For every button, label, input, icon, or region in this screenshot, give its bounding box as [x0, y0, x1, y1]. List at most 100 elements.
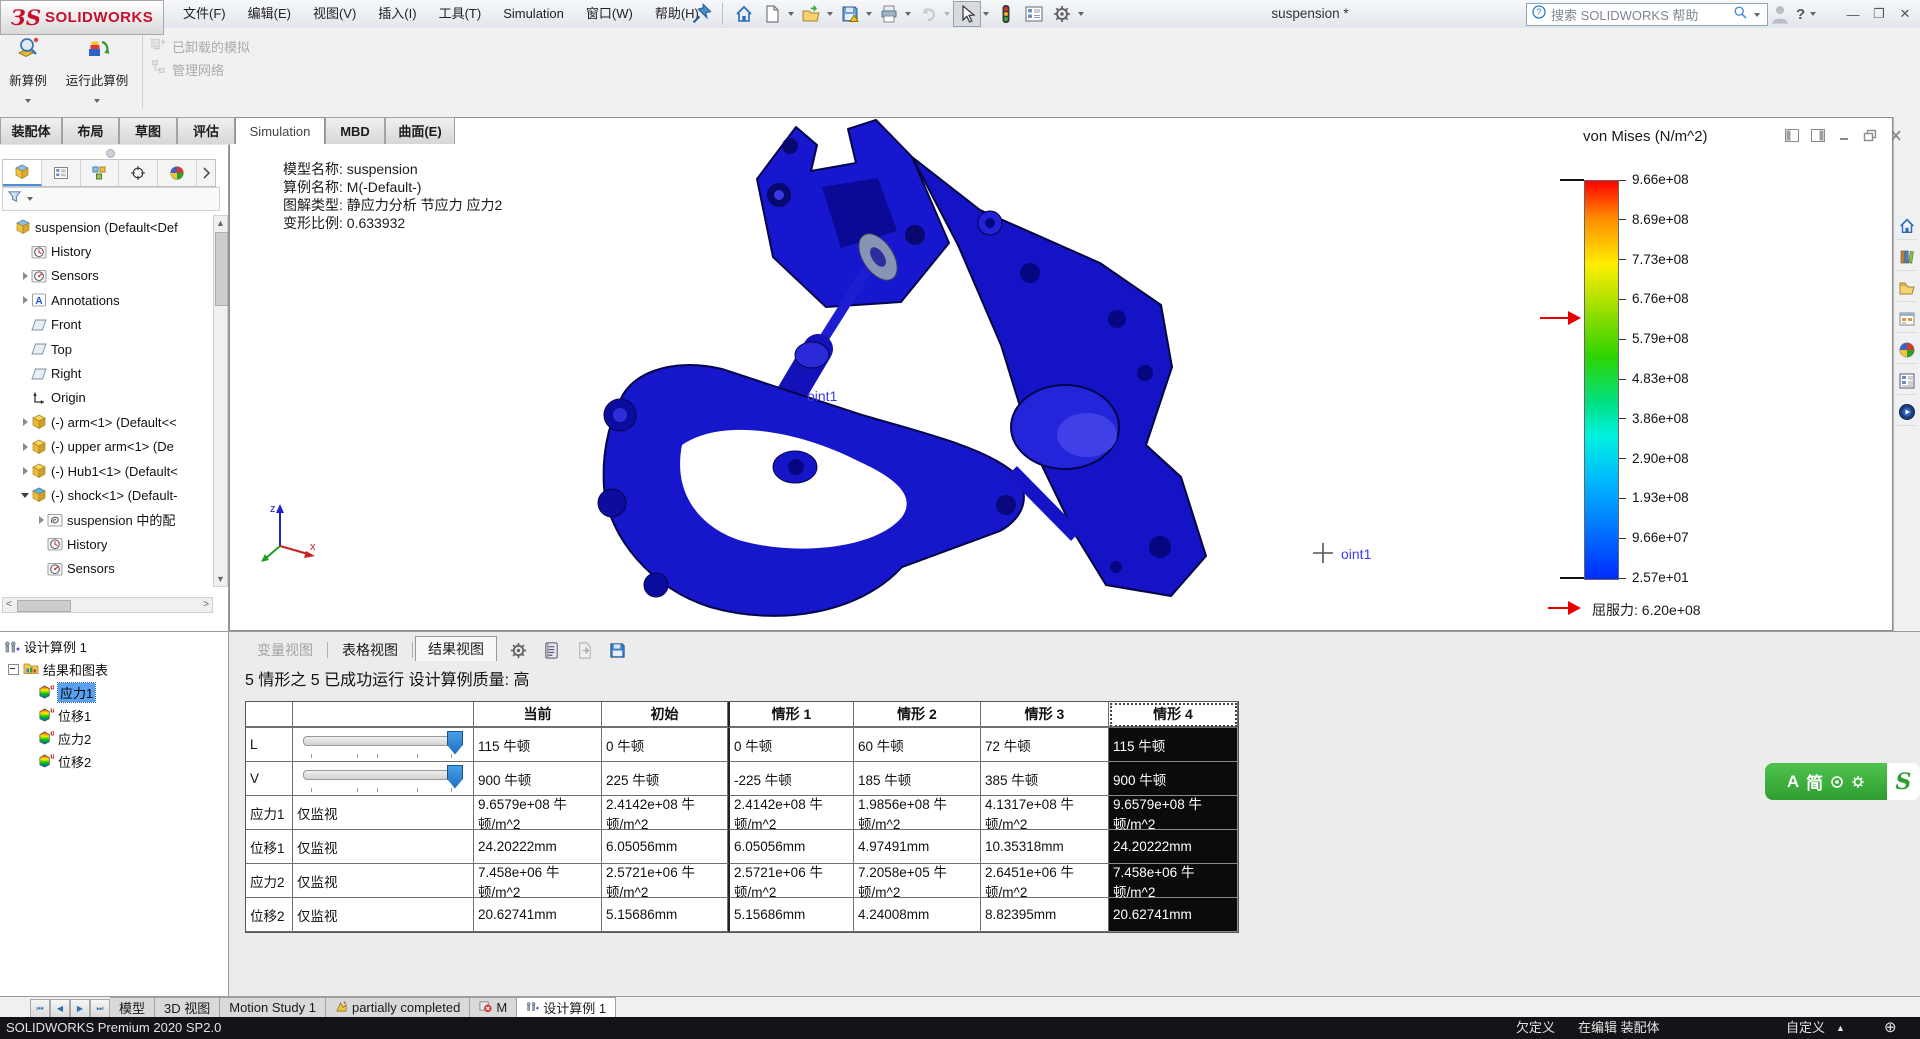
column-header[interactable]: 初始 — [602, 702, 728, 728]
sheet-tab-5[interactable]: M — [470, 997, 517, 1017]
ime-logo[interactable]: S — [1887, 763, 1920, 800]
open-icon-dropdown[interactable] — [827, 12, 833, 16]
tab-simulation[interactable]: Simulation — [235, 117, 325, 144]
run-study-button[interactable]: 运行此算例 — [56, 32, 138, 110]
value-cell[interactable]: 900 牛顿 — [1109, 762, 1238, 796]
value-cell[interactable]: 0 牛顿 — [728, 728, 854, 762]
value-slider[interactable] — [297, 730, 467, 760]
ime-pill[interactable]: A 简 — [1765, 763, 1887, 800]
close-button[interactable]: ✕ — [1892, 0, 1918, 28]
value-cell[interactable]: 115 牛顿 — [1109, 728, 1238, 762]
tab-[interactable]: 草图 — [119, 117, 177, 144]
plot-close-button[interactable] — [1887, 127, 1904, 143]
export-icon[interactable] — [571, 637, 598, 663]
ribbon-button-dropdown[interactable] — [25, 99, 31, 103]
results-folder-item[interactable]: 结果和图表 — [8, 660, 108, 679]
print-icon-dropdown[interactable] — [905, 12, 911, 16]
value-cell[interactable]: 24.20222mm — [1109, 830, 1238, 864]
view-palette-icon[interactable] — [1897, 306, 1917, 333]
undo-icon-dropdown[interactable] — [944, 12, 950, 16]
results-tab-3[interactable]: 结果视图 — [415, 636, 497, 661]
gear-icon[interactable] — [505, 637, 532, 663]
value-cell[interactable]: 4.24008mm — [854, 898, 981, 932]
sheet-tab-6[interactable]: 设计算例 1 — [517, 997, 616, 1017]
value-cell[interactable]: 9.6579e+08 牛顿/m^2 — [1109, 796, 1238, 830]
new-study-button[interactable]: 新算例 — [2, 32, 54, 110]
slider-track[interactable] — [303, 770, 459, 780]
value-cell[interactable]: 8.82395mm — [981, 898, 1109, 932]
value-slider[interactable] — [297, 764, 467, 794]
sheet-tab-1[interactable]: 模型 — [110, 997, 155, 1017]
value-cell[interactable]: 5.15686mm — [602, 898, 728, 932]
expander-down-icon[interactable] — [20, 493, 30, 498]
value-cell[interactable]: 20.62741mm — [1109, 898, 1238, 932]
ime-gear-icon[interactable] — [1851, 775, 1865, 789]
results-tab-2[interactable]: 表格视图 — [330, 639, 410, 661]
value-cell[interactable]: 72 牛顿 — [981, 728, 1109, 762]
value-cell[interactable]: 115 牛顿 — [474, 728, 602, 762]
tree-item-history[interactable]: History — [0, 532, 213, 556]
expander-right-icon[interactable] — [20, 418, 30, 426]
expander-right-icon[interactable] — [20, 467, 30, 475]
search-dropdown-icon[interactable] — [1754, 13, 1760, 17]
tree-item-sensors[interactable]: Sensors — [0, 264, 213, 288]
value-cell[interactable]: 1.9856e+08 牛顿/m^2 — [854, 796, 981, 830]
plot-dock-left-button[interactable] — [1783, 127, 1800, 143]
scroll-left-icon[interactable]: < — [6, 599, 12, 610]
tree-item-history[interactable]: History — [0, 239, 213, 263]
menu-item-3[interactable]: 视图(V) — [302, 0, 367, 28]
column-header[interactable]: 情形 2 — [854, 702, 981, 728]
custom-properties-icon[interactable] — [1897, 368, 1917, 395]
filter-dropdown-icon[interactable] — [27, 197, 33, 201]
ime-toolbar[interactable]: A 简 S — [1765, 763, 1920, 800]
status-item-3[interactable]: 自定义 — [1786, 1017, 1825, 1039]
menu-item-1[interactable]: 文件(F) — [172, 0, 237, 28]
restore-button[interactable]: ❐ — [1866, 0, 1892, 28]
select-cursor-icon-dropdown[interactable] — [983, 12, 989, 16]
nav-first-icon[interactable]: ⏮ — [30, 999, 50, 1018]
column-header[interactable]: 当前 — [474, 702, 602, 728]
scroll-right-icon[interactable]: > — [203, 599, 209, 610]
expander-right-icon[interactable] — [20, 296, 30, 304]
home-icon[interactable] — [730, 1, 758, 27]
status-customize-caret-icon[interactable]: ▲ — [1836, 1017, 1845, 1039]
expander-right-icon[interactable] — [20, 443, 30, 451]
home-icon[interactable] — [1897, 213, 1917, 240]
gear-icon-dropdown[interactable] — [1078, 12, 1084, 16]
nav-prev-icon[interactable]: ◀ — [50, 999, 70, 1018]
column-header[interactable]: 情形 4 — [1109, 702, 1238, 728]
tree-item-right[interactable]: Right — [0, 361, 213, 385]
help-dropdown-icon[interactable] — [1810, 12, 1816, 16]
value-cell[interactable]: 6.05056mm — [728, 830, 854, 864]
tab-mbd[interactable]: MBD — [325, 117, 385, 144]
variable-slider-cell[interactable] — [293, 728, 474, 762]
gear-icon[interactable] — [1048, 1, 1076, 27]
filter-funnel-icon[interactable] — [7, 189, 22, 209]
menu-item-6[interactable]: Simulation — [492, 0, 575, 28]
user-icon[interactable] — [1768, 3, 1792, 25]
nav-last-icon[interactable]: ⏭ — [90, 999, 110, 1018]
plot-item-1[interactable]: σ应力1 — [38, 683, 95, 702]
value-cell[interactable]: 4.1317e+08 牛顿/m^2 — [981, 796, 1109, 830]
slider-handle[interactable] — [447, 731, 463, 755]
file-explorer-icon[interactable] — [1897, 275, 1917, 302]
value-cell[interactable]: 0 牛顿 — [602, 728, 728, 762]
value-cell[interactable]: 60 牛顿 — [854, 728, 981, 762]
plot-item-2[interactable]: u位移1 — [38, 706, 91, 725]
traffic-light-icon[interactable] — [992, 1, 1020, 27]
ribbon-button-dropdown[interactable] — [94, 99, 100, 103]
value-cell[interactable]: 10.35318mm — [981, 830, 1109, 864]
tree-item-origin[interactable]: Origin — [0, 386, 213, 410]
report-icon[interactable] — [538, 637, 565, 663]
column-header[interactable]: 情形 1 — [728, 702, 854, 728]
value-cell[interactable]: 385 牛顿 — [981, 762, 1109, 796]
value-cell[interactable]: 4.97491mm — [854, 830, 981, 864]
tab-[interactable]: 评估 — [177, 117, 235, 144]
tree-item-suspension-中的配[interactable]: suspension 中的配 — [0, 508, 213, 532]
print-icon[interactable] — [875, 1, 903, 27]
help-button[interactable]: ? — [1796, 0, 1819, 28]
value-cell[interactable]: 2.4142e+08 牛顿/m^2 — [728, 796, 854, 830]
new-doc-icon-dropdown[interactable] — [788, 12, 794, 16]
panel-collapse-handle[interactable] — [106, 149, 115, 158]
study-tree-title[interactable]: 设计算例 1 — [4, 637, 87, 656]
